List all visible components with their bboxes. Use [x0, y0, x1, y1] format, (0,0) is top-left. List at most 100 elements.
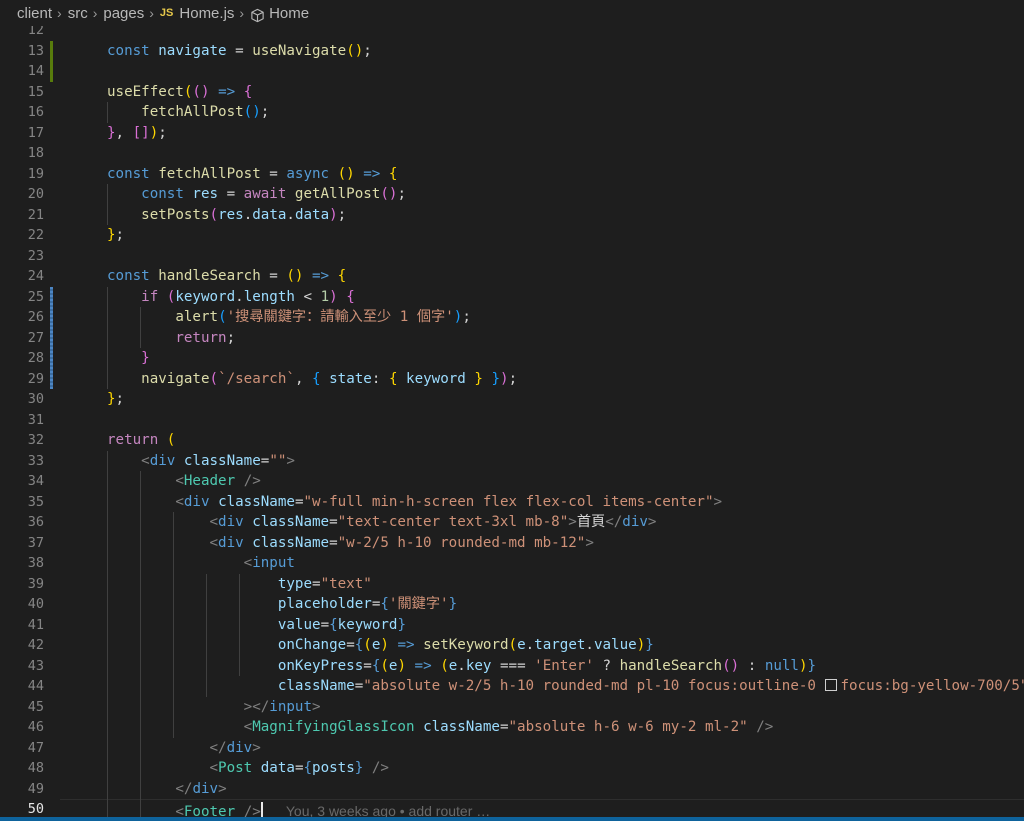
code-line[interactable]: 26 alert('搜尋關鍵字：請輸入至少 1 個字'); — [0, 307, 1024, 328]
code-line[interactable]: 38 <input — [0, 553, 1024, 574]
code-token: focus:bg-yellow-700/5" — [840, 678, 1024, 694]
code-token: ) — [149, 124, 159, 141]
line-number: 27 — [27, 329, 44, 346]
code-text: </div> — [107, 779, 226, 800]
line-number: 48 — [27, 760, 44, 776]
code-token: null — [764, 657, 799, 674]
code-token: => — [218, 83, 236, 100]
code-line[interactable]: 41 value={keyword} — [0, 615, 1024, 636]
javascript-file-icon: JS — [159, 7, 174, 19]
code-line[interactable]: 17}, []); — [0, 123, 1024, 144]
code-line[interactable]: 18 — [0, 143, 1024, 164]
code-token: => — [363, 165, 381, 182]
code-line[interactable]: 46 <MagnifyingGlassIcon className="absol… — [0, 717, 1024, 738]
code-line[interactable]: 21 setPosts(res.data.data); — [0, 205, 1024, 226]
code-text: <Post data={posts} /> — [107, 758, 389, 779]
line-number: 31 — [27, 411, 44, 428]
color-swatch-icon[interactable] — [824, 679, 837, 691]
code-token: ) — [329, 288, 338, 305]
code-token: "absolute w-2/5 h-10 rounded-md pl-10 fo… — [363, 678, 825, 694]
code-line[interactable]: 48 <Post data={posts} /> — [0, 758, 1024, 779]
code-line[interactable]: 49 </div> — [0, 779, 1024, 800]
code-line[interactable]: 32 return ( — [0, 430, 1024, 451]
code-line[interactable]: 20 const res = await getAllPost(); — [0, 184, 1024, 205]
code-token: = — [329, 534, 338, 551]
code-line[interactable]: 27 return; — [0, 328, 1024, 349]
breadcrumb-item-client[interactable]: client — [17, 5, 52, 22]
code-token: { — [380, 596, 389, 612]
line-number: 13 — [27, 42, 44, 59]
line-number: 41 — [27, 616, 44, 633]
code-text: return; — [107, 328, 235, 349]
code-line[interactable]: 50 <Footer /> You, 3 weeks ago • add rou… — [0, 799, 1024, 817]
code-token: navigate — [141, 370, 210, 387]
indent-guide — [173, 512, 174, 738]
code-line[interactable]: 24 const handleSearch = () => { — [0, 266, 1024, 287]
git-modified-marker[interactable] — [50, 286, 53, 389]
line-number: 34 — [27, 473, 44, 489]
code-line[interactable]: 25 if (keyword.length < 1) { — [0, 287, 1024, 308]
breadcrumb-item-pages[interactable]: pages — [103, 5, 144, 22]
line-number: 30 — [27, 391, 44, 407]
code-line[interactable]: 28 } — [0, 348, 1024, 369]
code-line[interactable]: 30}; — [0, 389, 1024, 410]
code-token: > — [647, 514, 657, 530]
code-line[interactable]: 19 const fetchAllPost = async () => { — [0, 164, 1024, 185]
code-token: div — [226, 739, 253, 756]
code-line[interactable]: 33 <div className=""> — [0, 451, 1024, 472]
line-number: 24 — [27, 268, 44, 284]
breadcrumb-item-file[interactable]: Home.js — [179, 5, 234, 22]
code-line[interactable]: 29 navigate(`/search`, { state: { keywor… — [0, 369, 1024, 390]
code-line[interactable]: 47 </div> — [0, 738, 1024, 759]
code-text: return ( — [107, 430, 175, 451]
code-token: } — [107, 391, 116, 407]
code-line[interactable]: 45 ></input> — [0, 697, 1024, 718]
code-line[interactable]: 31 — [0, 410, 1024, 431]
code-text: <div className=""> — [107, 451, 295, 472]
code-token: div — [218, 514, 244, 530]
code-token: type — [277, 575, 313, 592]
indent-guide — [239, 573, 240, 676]
code-line[interactable]: 43 onKeyPress={(e) => (e.key === 'Enter'… — [0, 656, 1024, 677]
code-editor[interactable]: 12 13 const navigate = useNavigate(); 14 15 u… — [0, 26, 1024, 817]
breadcrumb-item-symbol[interactable]: Home — [269, 5, 309, 22]
code-line[interactable]: 37 <div className="w-2/5 h-10 rounded-md… — [0, 533, 1024, 554]
code-line[interactable]: 16 fetchAllPost(); — [0, 102, 1024, 123]
code-token: fetchAllPost — [158, 165, 261, 182]
git-blame-annotation: You, 3 weeks ago • add router … — [262, 803, 491, 817]
code-token: < — [141, 452, 150, 469]
indent-guide — [140, 307, 141, 348]
code-line[interactable]: 35 <div className="w-full min-h-screen f… — [0, 492, 1024, 513]
code-line[interactable]: 22}; — [0, 225, 1024, 246]
code-token: key — [465, 657, 492, 674]
code-token: alert — [175, 309, 219, 325]
git-added-marker[interactable] — [50, 40, 53, 82]
code-token: } — [141, 350, 150, 366]
code-line[interactable]: 40 placeholder={'關鍵字'} — [0, 594, 1024, 615]
code-line[interactable]: 42 onChange={(e) => setKeyword(e.target.… — [0, 635, 1024, 656]
code-line[interactable]: 44 className="absolute w-2/5 h-10 rounde… — [0, 676, 1024, 697]
breadcrumb-item-src[interactable]: src — [68, 5, 88, 22]
code-line[interactable]: 14 — [0, 61, 1024, 82]
code-line[interactable]: 12 — [0, 26, 1024, 41]
code-line[interactable]: 15 useEffect(() => { — [0, 82, 1024, 103]
code-token: Footer — [183, 804, 236, 817]
code-line[interactable]: 36 <div className="text-center text-3xl … — [0, 512, 1024, 533]
code-text: } — [107, 348, 150, 369]
code-line[interactable]: 34 <Header /> — [0, 471, 1024, 492]
code-text: <div className="text-center text-3xl mb-… — [107, 512, 657, 533]
code-token: > — [252, 739, 261, 756]
code-line[interactable]: 13 const navigate = useNavigate(); — [0, 41, 1024, 62]
code-text: </div> — [107, 738, 261, 759]
code-line[interactable]: 23 — [0, 246, 1024, 267]
code-line[interactable]: 39 type="text" — [0, 574, 1024, 595]
indent-guide — [107, 450, 108, 817]
